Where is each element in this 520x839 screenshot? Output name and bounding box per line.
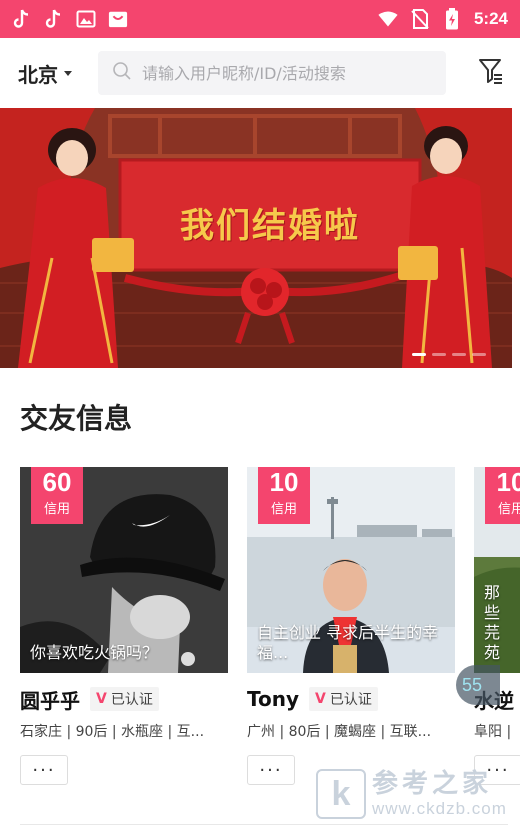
watermark-text-block: 参考之家 www.ckdzb.com bbox=[372, 769, 507, 819]
credit-label: 信用 bbox=[270, 501, 297, 517]
profile-name-row: 圆乎乎 V 已认证 bbox=[20, 685, 228, 713]
carousel-indicator bbox=[412, 353, 486, 356]
profile-name[interactable]: 圆乎乎 bbox=[20, 685, 80, 714]
carousel-dot[interactable] bbox=[432, 353, 446, 356]
divider bbox=[20, 824, 508, 825]
clock: 5:24 bbox=[473, 9, 508, 28]
more-button[interactable]: ··· bbox=[20, 755, 68, 785]
watermark-logo: k bbox=[316, 769, 366, 819]
verified-v-icon: V bbox=[315, 691, 326, 707]
credit-label: 信用 bbox=[497, 501, 520, 517]
profile-caption: 那些芫苑 bbox=[484, 583, 501, 662]
floating-count-badge[interactable]: 55 bbox=[456, 665, 500, 705]
verified-v-icon: V bbox=[96, 691, 107, 707]
banner-carousel[interactable]: 我们结婚啦 bbox=[0, 108, 512, 368]
watermark-text: 参考之家 bbox=[372, 769, 493, 799]
search-input[interactable] bbox=[142, 63, 422, 83]
search-box[interactable] bbox=[98, 51, 446, 95]
watermark: k 参考之家 www.ckdzb.com bbox=[316, 764, 520, 824]
profile-meta: 广州 | 80后 | 魔蝎座 | 互联... bbox=[247, 724, 432, 740]
credit-score-badge: 10 信用 bbox=[485, 467, 520, 524]
more-button[interactable]: ··· bbox=[247, 755, 295, 785]
credit-score-badge: 60 信用 bbox=[31, 467, 83, 524]
shopping-bag-icon bbox=[108, 9, 128, 29]
verified-badge: V 已认证 bbox=[90, 687, 159, 711]
carousel-dot[interactable] bbox=[412, 353, 426, 356]
profile-photo[interactable]: 10 信用 那些芫苑 bbox=[474, 467, 520, 673]
city-label: 北京 bbox=[18, 62, 58, 87]
top-header: 北京 bbox=[0, 38, 520, 108]
filter-icon bbox=[478, 57, 504, 89]
image-icon bbox=[76, 9, 96, 29]
city-selector[interactable]: 北京 bbox=[18, 59, 84, 88]
credit-label: 信用 bbox=[43, 501, 70, 517]
verified-label: 已认证 bbox=[329, 692, 372, 708]
credit-score: 10 bbox=[496, 467, 520, 497]
profile-meta: 阜阳 | bbox=[474, 724, 512, 740]
profile-name-row: Tony V 已认证 bbox=[247, 685, 455, 713]
profile-caption: 自主创业 寻求后半生的幸福... bbox=[257, 623, 439, 662]
tiktok-icon bbox=[44, 9, 64, 29]
tiktok-icon bbox=[12, 9, 32, 29]
profile-card[interactable]: 10 信用 自主创业 寻求后半生的幸福... Tony V 已认证 广州 | 8… bbox=[247, 467, 455, 785]
profile-photo[interactable]: 10 信用 自主创业 寻求后半生的幸福... bbox=[247, 467, 455, 673]
battery-icon bbox=[442, 8, 462, 30]
filter-button[interactable] bbox=[476, 58, 506, 88]
profile-card-list[interactable]: 60 信用 你喜欢吃火锅吗？ 圆乎乎 V 已认证 石家庄 | 90后 | 水瓶座… bbox=[20, 467, 520, 797]
profile-caption: 你喜欢吃火锅吗？ bbox=[30, 643, 159, 662]
profile-card[interactable]: 60 信用 你喜欢吃火锅吗？ 圆乎乎 V 已认证 石家庄 | 90后 | 水瓶座… bbox=[20, 467, 228, 785]
profile-name[interactable]: Tony bbox=[247, 687, 299, 711]
credit-score: 60 bbox=[42, 467, 72, 497]
credit-score-badge: 10 信用 bbox=[258, 467, 310, 524]
verified-label: 已认证 bbox=[110, 692, 153, 708]
credit-score: 10 bbox=[269, 467, 299, 497]
profile-card[interactable]: 10 信用 那些芫苑 水逆 阜阳 | ··· bbox=[474, 467, 520, 785]
section-title: 交友信息 bbox=[20, 402, 133, 435]
status-bar: 5:24 bbox=[0, 0, 520, 38]
profile-photo[interactable]: 60 信用 你喜欢吃火锅吗？ bbox=[20, 467, 228, 673]
search-icon bbox=[112, 61, 132, 85]
banner-title: 我们结婚啦 bbox=[180, 206, 360, 246]
carousel-dot[interactable] bbox=[452, 353, 466, 356]
watermark-url: www.ckdzb.com bbox=[372, 799, 507, 818]
wifi-icon bbox=[378, 9, 398, 29]
verified-badge: V 已认证 bbox=[309, 687, 378, 711]
carousel-dot[interactable] bbox=[472, 353, 486, 356]
chevron-down-icon bbox=[64, 70, 72, 76]
no-sim-icon bbox=[410, 9, 430, 29]
profile-meta: 石家庄 | 90后 | 水瓶座 | 互... bbox=[20, 724, 205, 740]
